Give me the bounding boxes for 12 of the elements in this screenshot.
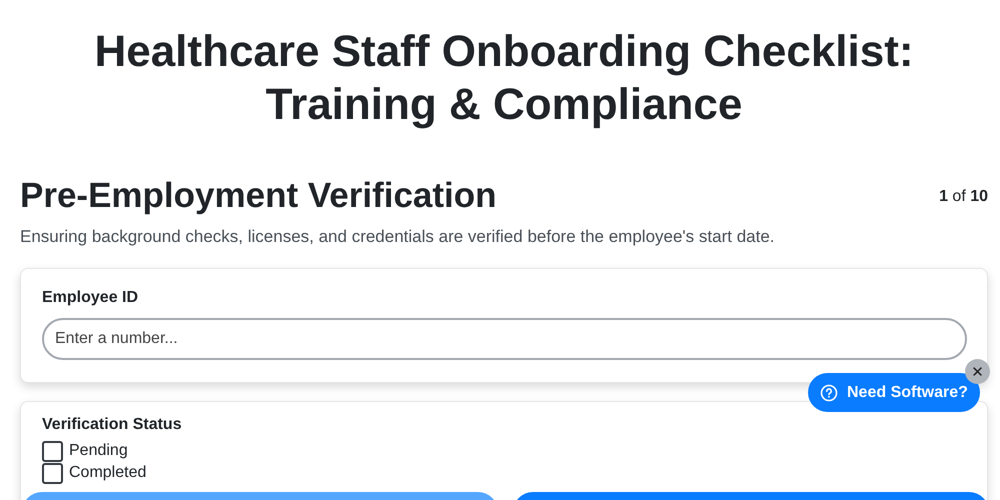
checkbox-label: Completed — [69, 464, 146, 482]
checkbox[interactable] — [42, 440, 63, 462]
section-heading: Pre-Employment Verification — [20, 175, 497, 217]
step-counter: 1 of 10 — [939, 188, 988, 206]
checkbox[interactable] — [42, 462, 63, 484]
field-label: Verification Status — [42, 416, 183, 434]
field-label: Employee ID — [42, 289, 140, 307]
checkbox-label: Pending — [69, 442, 128, 460]
input-field[interactable]: Enter a number... — [42, 318, 967, 360]
page-title: Healthcare Staff Onboarding Checklist: Training & Compliance — [93, 26, 915, 131]
help-icon — [820, 384, 838, 402]
section-description: Ensuring background checks, licenses, and credentials are verified before the employee's start date. — [20, 227, 776, 247]
